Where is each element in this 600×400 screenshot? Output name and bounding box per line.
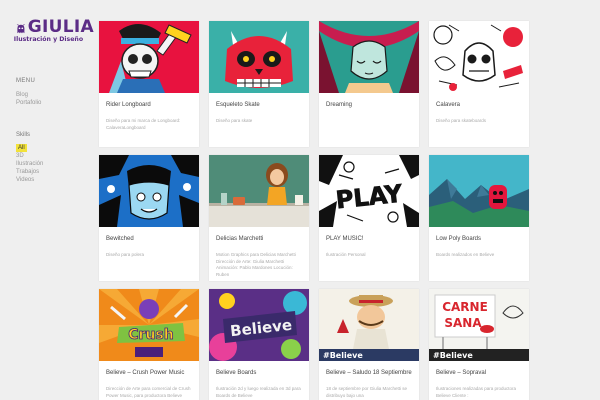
- menu-heading: MENU: [16, 78, 36, 84]
- filter-videos[interactable]: Videos: [16, 176, 34, 184]
- card-description: Ilustración 2d y luego realizada en 3d p…: [216, 386, 301, 398]
- thumb-low-poly-boards[interactable]: [429, 155, 529, 227]
- portfolio-card[interactable]: Esqueleto Skate Diseño para skate: [209, 21, 309, 147]
- card-title[interactable]: Dreaming: [326, 101, 412, 109]
- card-title[interactable]: Rider Longboard: [106, 101, 192, 109]
- thumb-bewitched[interactable]: [99, 155, 199, 227]
- filter-ilustracion[interactable]: Ilustración: [16, 160, 43, 168]
- portfolio-card[interactable]: Calavera Diseño para skateboards: [429, 21, 529, 147]
- card-description: Diseño para mi marca de Longboard: Calav…: [106, 118, 181, 130]
- thumb-calavera[interactable]: [429, 21, 529, 93]
- sana-lettering: SANA: [444, 316, 482, 330]
- portfolio-card[interactable]: Rider Longboard Diseño para mi marca de …: [99, 21, 199, 147]
- thumb-rider-longboard[interactable]: [99, 21, 199, 93]
- carne-lettering: CARNE: [442, 300, 488, 314]
- believe-hash-lettering: #Believe: [323, 351, 363, 360]
- brand-name: GIULIA: [27, 17, 94, 37]
- thumb-believe-sopraval[interactable]: CARNE SANA #Believe: [429, 289, 529, 361]
- nav-link-blog[interactable]: Blog: [16, 91, 94, 99]
- card-title[interactable]: Low Poly Boards: [436, 235, 522, 243]
- thumb-believe-crush[interactable]: Crush: [99, 289, 199, 361]
- card-title[interactable]: Believe Boards: [216, 369, 302, 377]
- skills-heading: Skills: [16, 132, 31, 138]
- thumb-believe-saludo[interactable]: #Believe: [319, 289, 419, 361]
- card-title[interactable]: Believe – Saludo 18 Septiembre: [326, 369, 412, 377]
- filter-all[interactable]: All: [16, 144, 27, 152]
- card-description: Diseño para skate: [216, 118, 253, 123]
- portfolio-card[interactable]: CARNE SANA #Believe Believe – Sopraval I…: [429, 289, 529, 400]
- main-nav: Blog Portafolio: [16, 91, 94, 107]
- portfolio-card[interactable]: #Believe Believe – Saludo 18 Septiembre …: [319, 289, 419, 400]
- card-description: 18 de septiembre por Giulia Marchetti se…: [326, 386, 408, 398]
- card-description: Motion Graphics para Delicias Marchetti …: [216, 252, 296, 277]
- crush-lettering: Crush: [128, 327, 173, 343]
- portfolio-card[interactable]: Low Poly Boards Boards realizados en Bel…: [429, 155, 529, 281]
- card-description: Diseño para polera: [106, 252, 145, 257]
- card-title[interactable]: Bewitched: [106, 235, 192, 243]
- thumb-believe-boards[interactable]: Believe: [209, 289, 309, 361]
- card-title[interactable]: PLAY MUSIC!: [326, 235, 412, 243]
- sidebar: GIULIA Ilustración y Diseño MENU Blog Po…: [13, 17, 94, 184]
- site-logo[interactable]: GIULIA Ilustración y Diseño: [13, 17, 94, 44]
- card-title[interactable]: Believe – Sopraval: [436, 369, 522, 377]
- card-title[interactable]: Esqueleto Skate: [216, 101, 302, 109]
- portfolio-card[interactable]: Believe Believe Boards Ilustración 2d y …: [209, 289, 309, 400]
- card-title[interactable]: Believe – Crush Power Music: [106, 369, 192, 377]
- card-description: Dirección de Arte para comercial de Crus…: [106, 386, 191, 398]
- portfolio-card[interactable]: Bewitched Diseño para polera: [99, 155, 199, 281]
- portfolio-card[interactable]: Crush Believe – Crush Power Music Direcc…: [99, 289, 199, 400]
- card-description: Ilustración Personal: [326, 252, 366, 257]
- card-description: Diseño para skateboards: [436, 118, 487, 123]
- nav-link-portafolio[interactable]: Portafolio: [16, 99, 94, 107]
- thumb-dreaming[interactable]: [319, 21, 419, 93]
- filter-3d[interactable]: 3D: [16, 152, 24, 160]
- card-title[interactable]: Calavera: [436, 101, 522, 109]
- portfolio-card[interactable]: Dreaming: [319, 21, 419, 147]
- filter-trabajos[interactable]: Trabajos: [16, 168, 39, 176]
- portfolio-card[interactable]: PLAY PLAY MUSIC! Ilustración Personal: [319, 155, 419, 281]
- thumb-delicias-marchetti[interactable]: [209, 155, 309, 227]
- thumb-esqueleto-skate[interactable]: [209, 21, 309, 93]
- ghost-logo-icon: [16, 24, 26, 34]
- card-description: Ilustraciones realizadas para productora…: [436, 386, 517, 398]
- card-description: Boards realizados en Believe: [436, 252, 495, 257]
- portfolio-card[interactable]: Delicias Marchetti Motion Graphics para …: [209, 155, 309, 281]
- thumb-play-music[interactable]: PLAY: [319, 155, 419, 227]
- believe-hash-lettering: #Believe: [433, 351, 473, 360]
- skills-filter: All 3D Ilustración Trabajos Videos: [16, 144, 94, 184]
- card-title[interactable]: Delicias Marchetti: [216, 235, 302, 243]
- brand-subtitle: Ilustración y Diseño: [13, 36, 84, 43]
